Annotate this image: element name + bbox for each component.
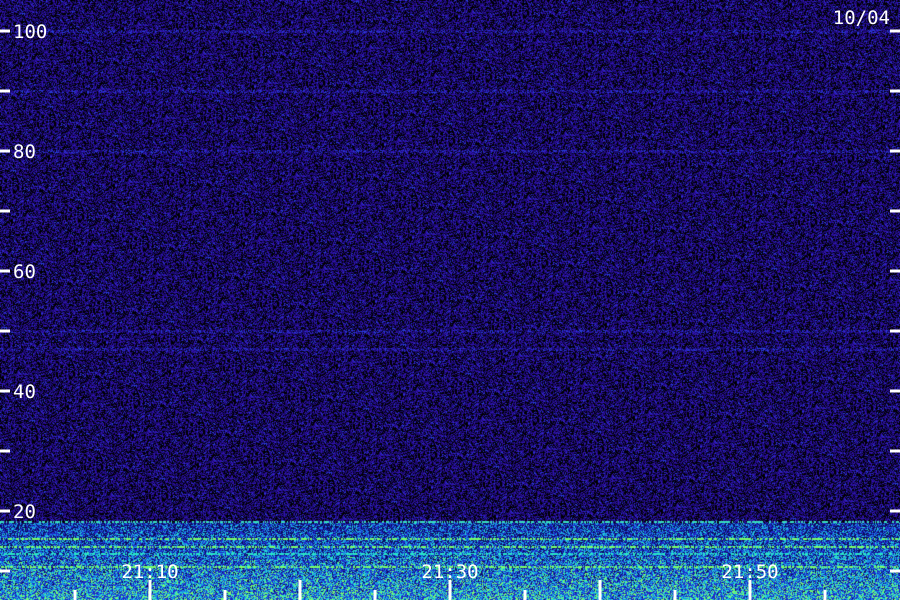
spectrogram: 100 80 60 40 20 21:10 21:30 21:50 10/04 [0,0,900,600]
spectrogram-axes: 100 80 60 40 20 21:10 21:30 21:50 10/04 [0,7,900,600]
y-tick-label: 60 [13,261,36,283]
y-tick-label: 100 [13,21,47,43]
x-axis-labels: 21:10 21:30 21:50 [121,561,778,583]
x-tick-label: 21:10 [121,561,178,583]
x-axis-ticks [73,580,827,600]
x-tick-label: 21:30 [421,561,478,583]
date-label: 10/04 [833,7,890,29]
y-axis-ticks [0,29,900,573]
y-tick-label: 40 [13,381,36,403]
x-tick-label: 21:50 [721,561,778,583]
y-tick-label: 80 [13,141,36,163]
y-tick-label: 20 [13,501,36,523]
y-axis-labels: 100 80 60 40 20 [13,21,47,523]
